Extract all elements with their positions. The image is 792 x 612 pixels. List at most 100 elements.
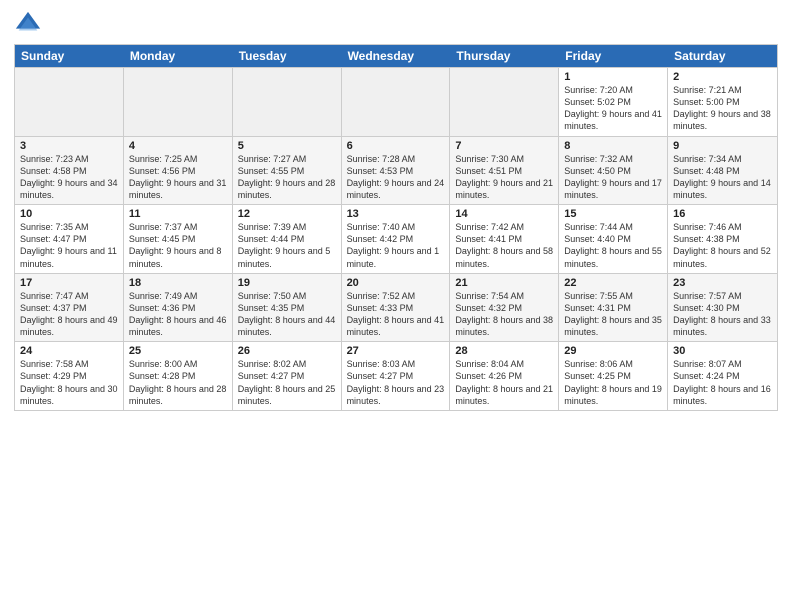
- calendar-cell: 15Sunrise: 7:44 AM Sunset: 4:40 PM Dayli…: [559, 205, 668, 273]
- day-number: 10: [20, 208, 118, 220]
- day-info: Sunrise: 7:39 AM Sunset: 4:44 PM Dayligh…: [238, 221, 336, 270]
- day-number: 7: [455, 140, 553, 152]
- calendar-cell: 10Sunrise: 7:35 AM Sunset: 4:47 PM Dayli…: [15, 205, 124, 273]
- calendar-cell: 13Sunrise: 7:40 AM Sunset: 4:42 PM Dayli…: [342, 205, 451, 273]
- day-info: Sunrise: 7:37 AM Sunset: 4:45 PM Dayligh…: [129, 221, 227, 270]
- day-info: Sunrise: 7:27 AM Sunset: 4:55 PM Dayligh…: [238, 153, 336, 202]
- day-number: 1: [564, 71, 662, 83]
- calendar-cell: 16Sunrise: 7:46 AM Sunset: 4:38 PM Dayli…: [668, 205, 777, 273]
- day-number: 29: [564, 345, 662, 357]
- day-info: Sunrise: 8:00 AM Sunset: 4:28 PM Dayligh…: [129, 358, 227, 407]
- calendar-cell: 29Sunrise: 8:06 AM Sunset: 4:25 PM Dayli…: [559, 342, 668, 410]
- day-info: Sunrise: 8:06 AM Sunset: 4:25 PM Dayligh…: [564, 358, 662, 407]
- day-info: Sunrise: 7:35 AM Sunset: 4:47 PM Dayligh…: [20, 221, 118, 270]
- calendar-cell: 2Sunrise: 7:21 AM Sunset: 5:00 PM Daylig…: [668, 68, 777, 136]
- day-number: 12: [238, 208, 336, 220]
- calendar-row: 10Sunrise: 7:35 AM Sunset: 4:47 PM Dayli…: [15, 205, 777, 274]
- calendar-cell: [15, 68, 124, 136]
- calendar-cell: 18Sunrise: 7:49 AM Sunset: 4:36 PM Dayli…: [124, 274, 233, 342]
- weekday-header: Saturday: [668, 45, 777, 67]
- calendar-cell: 26Sunrise: 8:02 AM Sunset: 4:27 PM Dayli…: [233, 342, 342, 410]
- day-number: 17: [20, 277, 118, 289]
- calendar-cell: 21Sunrise: 7:54 AM Sunset: 4:32 PM Dayli…: [450, 274, 559, 342]
- calendar: SundayMondayTuesdayWednesdayThursdayFrid…: [14, 44, 778, 602]
- calendar-cell: 14Sunrise: 7:42 AM Sunset: 4:41 PM Dayli…: [450, 205, 559, 273]
- day-number: 3: [20, 140, 118, 152]
- calendar-cell: 5Sunrise: 7:27 AM Sunset: 4:55 PM Daylig…: [233, 137, 342, 205]
- calendar-cell: 19Sunrise: 7:50 AM Sunset: 4:35 PM Dayli…: [233, 274, 342, 342]
- day-info: Sunrise: 7:25 AM Sunset: 4:56 PM Dayligh…: [129, 153, 227, 202]
- calendar-cell: [124, 68, 233, 136]
- day-info: Sunrise: 7:21 AM Sunset: 5:00 PM Dayligh…: [673, 84, 772, 133]
- calendar-cell: 9Sunrise: 7:34 AM Sunset: 4:48 PM Daylig…: [668, 137, 777, 205]
- calendar-cell: 12Sunrise: 7:39 AM Sunset: 4:44 PM Dayli…: [233, 205, 342, 273]
- calendar-row: 1Sunrise: 7:20 AM Sunset: 5:02 PM Daylig…: [15, 68, 777, 137]
- calendar-body-wrapper: 1Sunrise: 7:20 AM Sunset: 5:02 PM Daylig…: [14, 67, 778, 411]
- calendar-cell: 4Sunrise: 7:25 AM Sunset: 4:56 PM Daylig…: [124, 137, 233, 205]
- day-info: Sunrise: 7:47 AM Sunset: 4:37 PM Dayligh…: [20, 290, 118, 339]
- calendar-header-row: SundayMondayTuesdayWednesdayThursdayFrid…: [15, 45, 777, 67]
- day-number: 15: [564, 208, 662, 220]
- day-info: Sunrise: 8:03 AM Sunset: 4:27 PM Dayligh…: [347, 358, 445, 407]
- day-number: 26: [238, 345, 336, 357]
- day-number: 24: [20, 345, 118, 357]
- day-info: Sunrise: 7:54 AM Sunset: 4:32 PM Dayligh…: [455, 290, 553, 339]
- calendar-cell: [450, 68, 559, 136]
- day-number: 18: [129, 277, 227, 289]
- logo: [14, 10, 46, 38]
- day-number: 16: [673, 208, 772, 220]
- calendar-cell: 24Sunrise: 7:58 AM Sunset: 4:29 PM Dayli…: [15, 342, 124, 410]
- day-info: Sunrise: 7:57 AM Sunset: 4:30 PM Dayligh…: [673, 290, 772, 339]
- day-number: 20: [347, 277, 445, 289]
- day-number: 9: [673, 140, 772, 152]
- calendar-cell: 3Sunrise: 7:23 AM Sunset: 4:58 PM Daylig…: [15, 137, 124, 205]
- day-info: Sunrise: 7:34 AM Sunset: 4:48 PM Dayligh…: [673, 153, 772, 202]
- day-info: Sunrise: 7:20 AM Sunset: 5:02 PM Dayligh…: [564, 84, 662, 133]
- calendar-row: 17Sunrise: 7:47 AM Sunset: 4:37 PM Dayli…: [15, 274, 777, 343]
- calendar-cell: 17Sunrise: 7:47 AM Sunset: 4:37 PM Dayli…: [15, 274, 124, 342]
- day-number: 27: [347, 345, 445, 357]
- day-number: 13: [347, 208, 445, 220]
- day-info: Sunrise: 7:32 AM Sunset: 4:50 PM Dayligh…: [564, 153, 662, 202]
- calendar-cell: 30Sunrise: 8:07 AM Sunset: 4:24 PM Dayli…: [668, 342, 777, 410]
- day-info: Sunrise: 7:52 AM Sunset: 4:33 PM Dayligh…: [347, 290, 445, 339]
- calendar-cell: 11Sunrise: 7:37 AM Sunset: 4:45 PM Dayli…: [124, 205, 233, 273]
- day-number: 2: [673, 71, 772, 83]
- calendar-row: 3Sunrise: 7:23 AM Sunset: 4:58 PM Daylig…: [15, 137, 777, 206]
- day-info: Sunrise: 7:44 AM Sunset: 4:40 PM Dayligh…: [564, 221, 662, 270]
- day-info: Sunrise: 7:50 AM Sunset: 4:35 PM Dayligh…: [238, 290, 336, 339]
- calendar-cell: 7Sunrise: 7:30 AM Sunset: 4:51 PM Daylig…: [450, 137, 559, 205]
- weekday-header: Thursday: [450, 45, 559, 67]
- weekday-header: Monday: [124, 45, 233, 67]
- calendar-cell: 8Sunrise: 7:32 AM Sunset: 4:50 PM Daylig…: [559, 137, 668, 205]
- day-number: 25: [129, 345, 227, 357]
- page: SundayMondayTuesdayWednesdayThursdayFrid…: [0, 0, 792, 612]
- calendar-cell: 28Sunrise: 8:04 AM Sunset: 4:26 PM Dayli…: [450, 342, 559, 410]
- calendar-body: 1Sunrise: 7:20 AM Sunset: 5:02 PM Daylig…: [15, 68, 777, 410]
- day-info: Sunrise: 7:55 AM Sunset: 4:31 PM Dayligh…: [564, 290, 662, 339]
- day-number: 19: [238, 277, 336, 289]
- logo-icon: [14, 10, 42, 38]
- calendar-cell: [233, 68, 342, 136]
- day-number: 4: [129, 140, 227, 152]
- weekday-header: Tuesday: [233, 45, 342, 67]
- calendar-header-wrapper: SundayMondayTuesdayWednesdayThursdayFrid…: [14, 44, 778, 67]
- weekday-header: Friday: [559, 45, 668, 67]
- day-number: 28: [455, 345, 553, 357]
- calendar-cell: 20Sunrise: 7:52 AM Sunset: 4:33 PM Dayli…: [342, 274, 451, 342]
- calendar-cell: 1Sunrise: 7:20 AM Sunset: 5:02 PM Daylig…: [559, 68, 668, 136]
- calendar-cell: 23Sunrise: 7:57 AM Sunset: 4:30 PM Dayli…: [668, 274, 777, 342]
- day-number: 14: [455, 208, 553, 220]
- calendar-row: 24Sunrise: 7:58 AM Sunset: 4:29 PM Dayli…: [15, 342, 777, 410]
- day-number: 23: [673, 277, 772, 289]
- day-info: Sunrise: 7:46 AM Sunset: 4:38 PM Dayligh…: [673, 221, 772, 270]
- day-info: Sunrise: 8:02 AM Sunset: 4:27 PM Dayligh…: [238, 358, 336, 407]
- day-number: 21: [455, 277, 553, 289]
- day-info: Sunrise: 7:58 AM Sunset: 4:29 PM Dayligh…: [20, 358, 118, 407]
- header: [14, 10, 778, 38]
- day-info: Sunrise: 7:28 AM Sunset: 4:53 PM Dayligh…: [347, 153, 445, 202]
- calendar-cell: 25Sunrise: 8:00 AM Sunset: 4:28 PM Dayli…: [124, 342, 233, 410]
- day-info: Sunrise: 7:42 AM Sunset: 4:41 PM Dayligh…: [455, 221, 553, 270]
- day-info: Sunrise: 7:23 AM Sunset: 4:58 PM Dayligh…: [20, 153, 118, 202]
- day-info: Sunrise: 8:07 AM Sunset: 4:24 PM Dayligh…: [673, 358, 772, 407]
